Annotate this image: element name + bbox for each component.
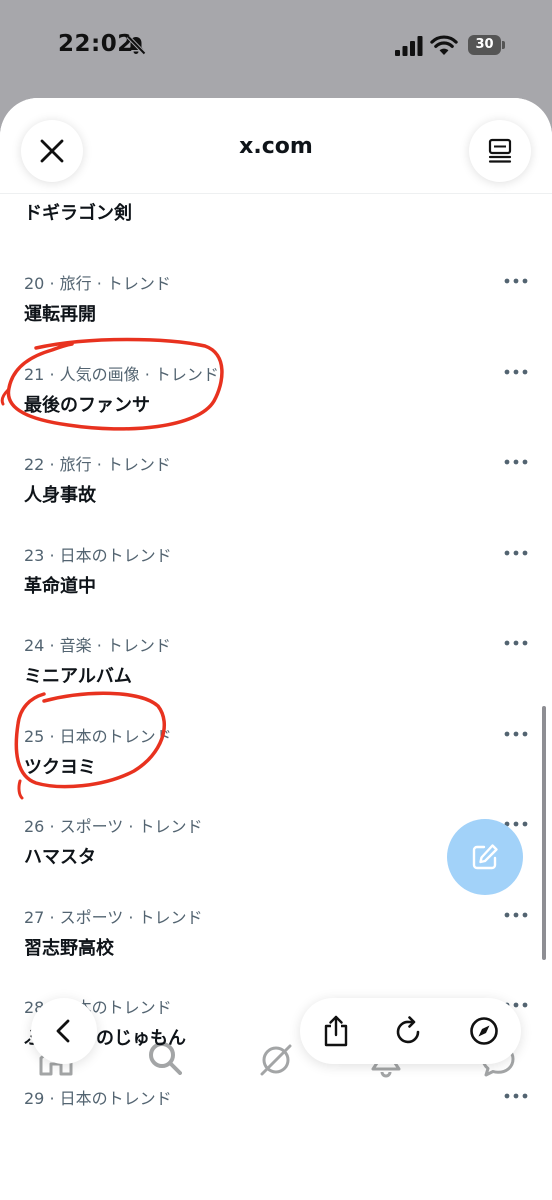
more-icon[interactable] — [502, 723, 530, 745]
compass-icon — [470, 1017, 498, 1045]
back-icon — [56, 1019, 70, 1043]
wifi-icon — [430, 35, 458, 55]
more-icon[interactable] — [502, 632, 530, 654]
trend-meta: 22 · 旅行 · トレンド — [24, 455, 171, 474]
trend-meta: 23 · 日本のトレンド — [24, 545, 172, 565]
compose-icon — [472, 844, 498, 870]
more-icon[interactable] — [502, 451, 530, 473]
trend-item[interactable]: 21 · 人気の画像 · トレンド 最後のファンサ — [0, 361, 552, 451]
share-icon — [324, 1015, 348, 1047]
trend-meta: 27 · スポーツ · トレンド — [24, 907, 203, 927]
trend-item[interactable]: 23 · 日本のトレンド 革命道中 — [0, 542, 552, 632]
trend-meta: 21 · 人気の画像 · トレンド — [24, 364, 219, 384]
more-icon[interactable] — [502, 1085, 530, 1107]
battery-level: 30 — [468, 35, 501, 55]
battery-icon: 30 — [468, 35, 506, 55]
reload-button[interactable] — [391, 1013, 427, 1049]
back-button[interactable] — [31, 998, 97, 1064]
share-button[interactable] — [318, 1013, 354, 1049]
trend-name: 運転再開 — [24, 304, 96, 325]
trend-item[interactable]: 29 · 日本のトレンド — [0, 1085, 552, 1175]
trend-name: ハマスタ — [24, 847, 96, 868]
signal-icon — [395, 36, 423, 56]
more-icon[interactable] — [502, 361, 530, 383]
trend-name[interactable]: ドギラゴン剣 — [24, 199, 132, 225]
search-icon[interactable] — [145, 1038, 185, 1078]
more-icon[interactable] — [502, 542, 530, 564]
trend-item[interactable]: 20 · 旅行 · トレンド 運転再開 — [0, 270, 552, 360]
trend-meta: 25 · 日本のトレンド — [24, 726, 172, 746]
browser-toolbar — [300, 998, 521, 1064]
status-time: 22:02 — [58, 31, 134, 57]
reader-button[interactable] — [469, 120, 531, 182]
trend-item[interactable]: 24 · 音楽 · トレンド ミニアルバム — [0, 632, 552, 722]
sheet-header: x.com — [0, 98, 552, 194]
compass-button[interactable] — [466, 1013, 502, 1049]
bell-off-icon — [126, 35, 146, 55]
trend-name: 最後のファンサ — [24, 394, 150, 416]
grok-icon[interactable] — [256, 1040, 296, 1080]
trend-name: ツクヨミ — [24, 756, 96, 778]
reader-icon — [488, 138, 512, 163]
scrollbar[interactable] — [542, 706, 546, 960]
status-bar: 22:02 30 — [0, 0, 552, 92]
trend-meta: 20 · 旅行 · トレンド — [24, 274, 171, 293]
trend-name: ミニアルバム — [24, 666, 132, 687]
reload-icon — [396, 1016, 420, 1044]
compose-button[interactable] — [447, 819, 523, 895]
trend-meta: 24 · 音楽 · トレンド — [24, 636, 171, 655]
more-icon[interactable] — [502, 904, 530, 926]
trend-name: 人身事故 — [24, 485, 96, 506]
trend-meta: 26 · スポーツ · トレンド — [24, 817, 203, 836]
trend-item[interactable]: 25 · 日本のトレンド ツクヨミ — [0, 723, 552, 813]
bottom-nav — [0, 940, 552, 1078]
trend-meta: 29 · 日本のトレンド — [24, 1088, 172, 1108]
more-icon[interactable] — [502, 270, 530, 292]
trend-name: 革命道中 — [24, 575, 96, 597]
trend-item[interactable]: 22 · 旅行 · トレンド 人身事故 — [0, 451, 552, 541]
